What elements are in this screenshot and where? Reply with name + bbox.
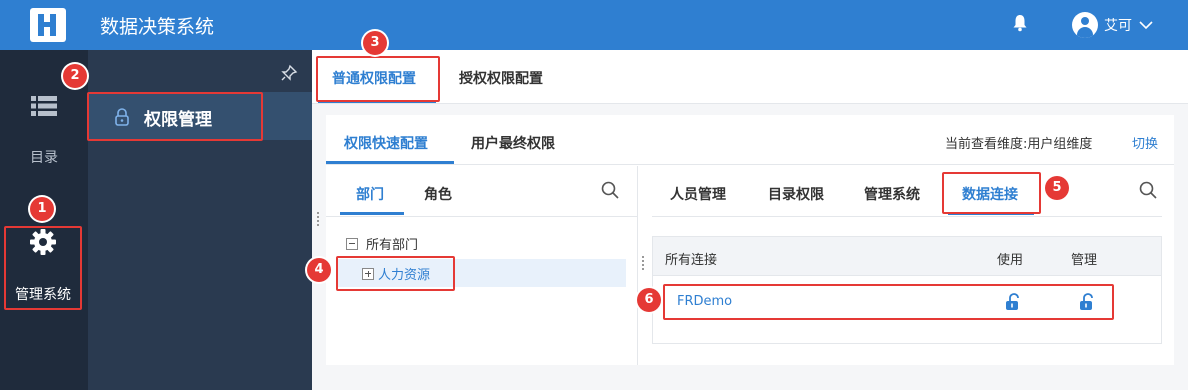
- tab-user-management[interactable]: 人员管理: [670, 184, 726, 204]
- user-menu[interactable]: 艾可: [1072, 11, 1154, 39]
- annotation-box-frdemo-row: [663, 284, 1114, 320]
- column-header-use: 使用: [997, 253, 1024, 268]
- search-icon[interactable]: [1138, 180, 1158, 200]
- annotation-badge: 4: [307, 258, 331, 282]
- collapse-icon[interactable]: [346, 237, 358, 250]
- annotation-box-permission: [87, 92, 263, 141]
- org-tab-bar: 部门 角色: [326, 166, 638, 216]
- resize-handle[interactable]: [642, 256, 646, 272]
- resize-handle[interactable]: [317, 212, 321, 228]
- tab-management-system[interactable]: 管理系统: [864, 184, 920, 204]
- search-icon[interactable]: [600, 180, 620, 200]
- annotation-badge: 3: [363, 31, 387, 55]
- rail-item-directory[interactable]: 目录: [0, 95, 88, 167]
- divider: [326, 216, 638, 217]
- pin-icon[interactable]: [280, 64, 298, 82]
- tab-role[interactable]: 角色: [424, 184, 452, 204]
- annotation-box-hr-node: [336, 256, 455, 291]
- annotation-badge: 1: [30, 197, 54, 221]
- annotation-box-normal-tab: [316, 56, 440, 102]
- annotation-badge: 6: [637, 288, 661, 312]
- tab-authorization-permission[interactable]: 授权权限配置: [459, 68, 543, 88]
- annotation-box-management: [4, 226, 82, 310]
- avatar: [1072, 12, 1098, 38]
- tab-user-final-permission[interactable]: 用户最终权限: [471, 133, 555, 153]
- user-name: 艾可: [1104, 18, 1132, 34]
- list-icon: [31, 96, 57, 116]
- column-header-manage: 管理: [1071, 253, 1098, 268]
- top-tab-bar: 普通权限配置 授权权限配置: [312, 50, 1188, 104]
- annotation-badge: 5: [1045, 176, 1069, 200]
- top-bar: 数据决策系统 艾可: [0, 0, 1188, 50]
- tab-quick-config[interactable]: 权限快速配置: [344, 133, 428, 153]
- tab-department[interactable]: 部门: [356, 184, 384, 204]
- org-tab-indicator: [340, 212, 404, 215]
- panel-tab-indicator: [326, 161, 454, 164]
- logo-icon[interactable]: [30, 8, 66, 42]
- annotation-badge: 2: [63, 64, 87, 88]
- chevron-down-icon: [1139, 21, 1153, 30]
- switch-dimension-link[interactable]: 切换: [1132, 133, 1158, 152]
- divider: [652, 216, 1162, 217]
- permission-type-tab-bar: 人员管理 目录权限 管理系统 数据连接: [640, 166, 1174, 216]
- dimension-label: 当前查看维度:用户组维度: [945, 137, 1093, 152]
- annotation-box-data-connection: [942, 172, 1041, 214]
- app-title: 数据决策系统: [100, 16, 215, 38]
- bell-icon[interactable]: [1012, 14, 1028, 32]
- rail-item-label: 目录: [30, 150, 58, 166]
- tab-directory-permission[interactable]: 目录权限: [768, 184, 824, 204]
- column-header-connection: 所有连接: [665, 253, 718, 268]
- tree-node-all-departments[interactable]: 所有部门: [346, 234, 418, 253]
- tree-node-label: 所有部门: [366, 238, 419, 253]
